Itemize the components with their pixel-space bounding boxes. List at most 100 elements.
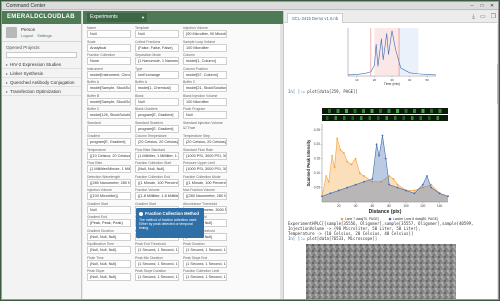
field-input[interactable]: {Null, Null, Null} <box>87 232 131 241</box>
field-input[interactable]: {False, False, False} <box>135 43 179 52</box>
project-item[interactable]: ▸ Quenched Antibody Conjugation <box>2 78 81 87</box>
field-input[interactable]: None <box>87 57 131 65</box>
input-cell-3[interactable]: In[ ]:= plot[data[76533, Microscope]] <box>288 236 377 241</box>
field-input[interactable]: Analytical <box>87 43 131 52</box>
field-input[interactable]: {1 Second, 1 Second, 1 Sec... <box>135 246 179 254</box>
data-point <box>413 192 416 195</box>
form-field: Injection Volume {90 Microliter, 90 Micro… <box>183 26 227 39</box>
field-input[interactable]: 100 Microliter <box>183 43 227 52</box>
form-field: Instrumentmodel[Instrument, Chromatog... <box>87 67 131 80</box>
maximize-icon[interactable]: □ <box>478 3 486 9</box>
experiment-code-output: ExperimentHPLC[{sample[35556, Oligomer],… <box>288 221 498 236</box>
notebook-tab[interactable]: SCL-3415 Demo v1.0.nb <box>287 13 344 23</box>
scroll-thumb[interactable] <box>497 64 498 104</box>
folder-icon[interactable]: ▭ <box>480 14 486 20</box>
microscope-image <box>306 244 456 299</box>
field-input[interactable]: model[21, StockSolution] <box>183 84 227 92</box>
data-point <box>392 177 395 180</box>
field-input[interactable]: model[Sample, StockSolution]... <box>87 97 131 106</box>
form-field: Blank Injection Volume 100 Microliter <box>183 94 227 107</box>
form-field: Peak Slope Duration {1 Second, 1 Second, … <box>135 269 179 282</box>
field-input[interactable]: model[1, Chemical] <box>135 84 179 92</box>
brand-logo[interactable]: EMERALDCLOUDLAB <box>2 11 81 24</box>
field-input[interactable]: {1 Second, 1 Second, 1 Sec... <box>183 259 227 268</box>
project-item[interactable]: ▸ Transfection Optimization <box>2 87 81 96</box>
form-field: Fraction Collection Limit {1 Second, 1 Se… <box>183 269 227 282</box>
field-input[interactable]: {Peak, Peak, Peak} <box>87 219 131 227</box>
gel-intensity-plot: 0.05 0.10 0.15 0.20 0.25 20 40 60 80 100 120 140 Dis… <box>302 106 452 226</box>
settings-link[interactable]: Settings <box>37 33 51 38</box>
copy-icon[interactable]: ❐ <box>491 14 496 20</box>
form-field: Standard <box>87 121 131 134</box>
field-input[interactable]: {1000 PSI, 3000 PSI, 3000... <box>183 151 227 160</box>
field-input[interactable]: Null <box>183 111 227 119</box>
chevron-right-icon: ▸ <box>6 80 9 85</box>
field-input[interactable]: {{280 Nanometer, 280 Nan... <box>183 192 227 200</box>
gel-band <box>430 109 433 113</box>
field-input[interactable]: {Null, Null, Null} <box>87 273 131 281</box>
field-input[interactable]: model[Sample, StockSolution]... <box>87 84 131 92</box>
form-field: Fraction Collection None <box>87 53 131 66</box>
x-tick-label: 40 <box>408 78 412 82</box>
field-input[interactable]: {20 Celsius, 20 Celsius} <box>183 138 227 146</box>
field-input[interactable]: program[E, Gradient] <box>135 111 179 119</box>
chevron-right-icon: ▸ <box>6 71 9 76</box>
logout-link[interactable]: Logout <box>21 33 33 38</box>
field-label: Fraction Collection Mode <box>183 174 221 179</box>
field-input[interactable]: Null <box>135 97 179 106</box>
field-input[interactable]: 100 Microliter <box>183 97 227 106</box>
field-input[interactable]: {20 Celsius, 20 Celsius} <box>135 138 179 146</box>
form-field: Gradient StartNull <box>87 202 131 215</box>
project-item[interactable]: ▸ HIV-2 Expression Studies <box>2 60 81 69</box>
field-input[interactable]: {1 Milliliter/Minute, 1 Millimi... <box>87 165 131 173</box>
form-header: Experiments ▼ <box>83 11 283 24</box>
project-search-input[interactable] <box>6 52 77 58</box>
field-input[interactable]: {{1 Minute, 100 Percent... <box>183 178 227 187</box>
field-input[interactable]: model[57, Column] <box>183 70 227 79</box>
field-input[interactable]: model[1, Column] <box>183 57 227 65</box>
field-input[interactable]: {1 Milliliter, 1 Milliliter, 1... <box>135 151 179 160</box>
form-field: Sample Loop Volume 100 Microliter <box>183 40 227 53</box>
form-field: Buffer Amodel[1, Chemical] <box>135 80 179 93</box>
field-input[interactable]: model[Instrument, Chromatog... <box>87 70 131 79</box>
checkbox[interactable]: ☑ True <box>183 125 227 132</box>
field-input[interactable]: {{280 Nanometer, 280 Nan... <box>87 178 131 187</box>
field-input[interactable]: program[E, Gradient] <box>135 124 179 133</box>
notebook-scrollbar[interactable] <box>497 24 498 299</box>
field-input[interactable]: {1 Second, 1 Second, 1 Sec... <box>183 273 227 281</box>
experiment-selector[interactable]: Experiments ▼ <box>87 13 147 22</box>
close-icon[interactable]: ✕ <box>488 3 496 9</box>
field-input[interactable]: {1 Second, 1 Second, 1 Sec... <box>183 246 227 254</box>
field-input[interactable]: {1 Second, 1 Second, 1 Sec... <box>135 259 179 268</box>
field-input[interactable]: {Null, Null, Null} <box>87 246 131 254</box>
projects-header: Opened Projects <box>6 45 40 50</box>
gel-band <box>394 116 397 120</box>
field-input[interactable]: {{100 Microliter}} <box>87 192 131 200</box>
field-input[interactable]: {Null, Null, Null} <box>87 259 131 268</box>
field-input[interactable]: {{1 Minute, 100 Percent, 1... <box>135 178 179 187</box>
gel-band <box>387 109 391 113</box>
field-input[interactable]: model[126, StockSolution] <box>87 111 131 119</box>
minimize-icon[interactable]: – <box>468 3 476 9</box>
field-input[interactable]: {{10 Celsius, 20 Celsius}} <box>87 151 131 160</box>
input-cell-2[interactable]: In[ ]:= plot[data[259, PAGE]] <box>288 89 358 94</box>
data-point <box>339 149 342 151</box>
field-input[interactable]: {1 Nanomole, 1 Nanomole... <box>135 57 179 65</box>
field-input[interactable]: {Null, Null, Null} <box>135 165 179 173</box>
field-input[interactable]: {90 Microliter, 90 Microliter... <box>183 30 227 38</box>
project-item[interactable]: ▸ Linker Synthesis <box>2 69 81 78</box>
gel-band <box>404 109 408 113</box>
field-input[interactable]: Null <box>87 205 131 214</box>
field-input[interactable]: program[E, Gradient] <box>87 138 131 146</box>
x-tick-label: 20 <box>373 78 377 82</box>
field-input[interactable]: IonExchange <box>135 70 179 79</box>
field-input[interactable]: {1 Second, 1 Second, 1 Sec... <box>135 273 179 281</box>
field-input[interactable]: Null <box>135 30 179 38</box>
download-icon[interactable]: ⤓ <box>472 14 475 20</box>
form-field: Fraction Collection Mode {{1 Minute, 100 … <box>183 175 227 188</box>
field-input[interactable]: {1000 PSI, 3000 PSI, 3000... <box>183 165 227 173</box>
field-input[interactable]: Null <box>87 30 131 38</box>
cell-prompt: In[ ]:= <box>288 89 308 94</box>
field-input[interactable]: {{1.8 Milliliter, 1.8 Milliliter... <box>135 192 179 200</box>
field-input[interactable] <box>87 124 131 133</box>
